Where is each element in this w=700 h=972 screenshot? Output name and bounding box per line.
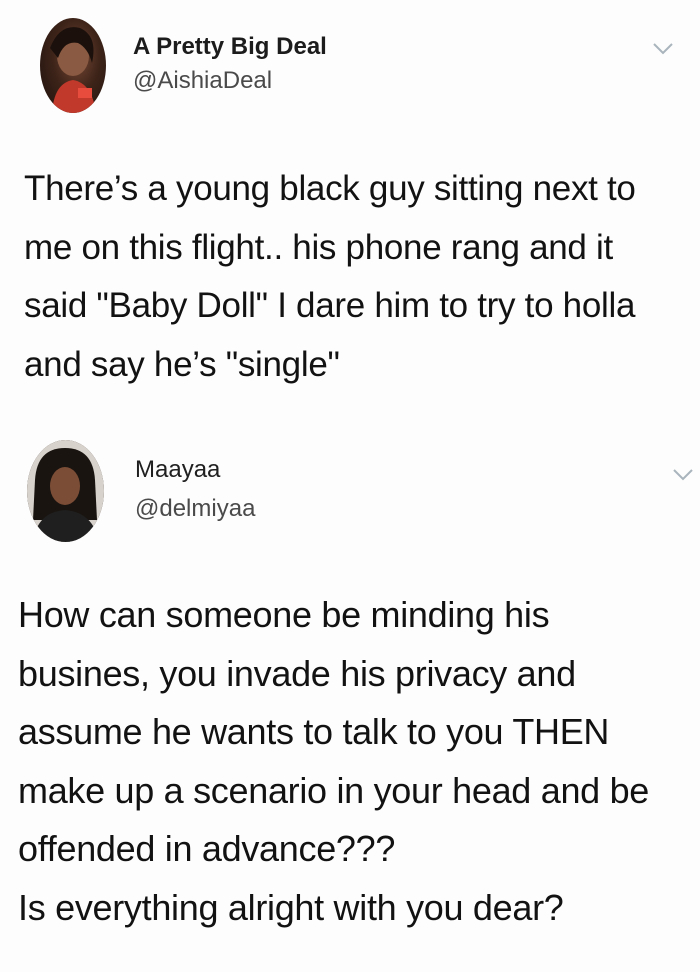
profile-photo-icon bbox=[27, 440, 104, 542]
screenshot-page: A Pretty Big Deal @AishiaDeal There’s a … bbox=[0, 0, 700, 972]
tweet-body-line: How can someone be minding his busines, … bbox=[18, 594, 650, 869]
tweet-body: There’s a young black guy sitting next t… bbox=[24, 169, 636, 384]
profile-photo-icon bbox=[50, 27, 96, 113]
tweet-text: There’s a young black guy sitting next t… bbox=[24, 160, 684, 394]
tweet-text: How can someone be minding his busines, … bbox=[18, 586, 678, 937]
chevron-down-icon[interactable] bbox=[672, 468, 694, 482]
tweet-body-line: Is everything alright with you dear? bbox=[18, 886, 564, 928]
display-name[interactable]: Maayaa bbox=[135, 456, 220, 484]
tweet-card: Maayaa @delmiyaa How can someone be mind… bbox=[0, 420, 700, 972]
user-handle[interactable]: @delmiyaa bbox=[135, 495, 255, 523]
avatar[interactable] bbox=[27, 440, 104, 542]
tweet-card: A Pretty Big Deal @AishiaDeal There’s a … bbox=[0, 0, 700, 420]
display-name[interactable]: A Pretty Big Deal bbox=[133, 33, 327, 61]
user-handle[interactable]: @AishiaDeal bbox=[133, 67, 272, 95]
avatar[interactable] bbox=[40, 18, 106, 113]
chevron-down-icon[interactable] bbox=[652, 42, 674, 56]
